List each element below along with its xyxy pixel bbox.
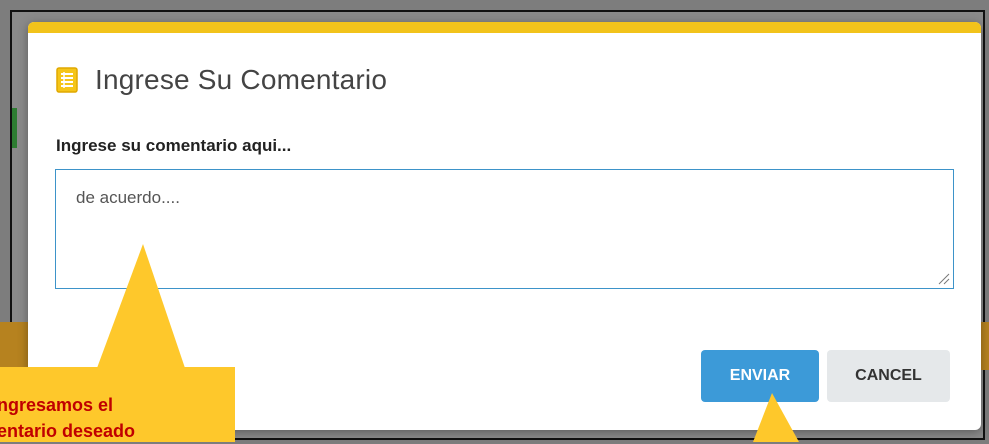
modal-title: Ingrese Su Comentario: [95, 64, 388, 95]
background-tab-marker: [12, 108, 17, 148]
comment-value: de acuerdo....: [76, 188, 180, 207]
callout-line-1: ngresamos el: [0, 395, 114, 415]
modal-accent-bar: [28, 22, 981, 33]
callout-text: ngresamos el entario deseado: [0, 392, 235, 444]
cancel-button[interactable]: CANCEL: [827, 350, 950, 402]
comment-textarea[interactable]: de acuerdo....: [55, 169, 954, 289]
resize-grip-icon[interactable]: [936, 271, 950, 285]
comment-field-label: Ingrese su comentario aqui...: [56, 136, 292, 155]
modal-header: Ingrese Su Comentario: [56, 64, 387, 96]
send-button[interactable]: ENVIAR: [701, 350, 819, 402]
callout-line-2: entario deseado: [0, 421, 136, 441]
list-icon: [56, 67, 78, 93]
callout-box: ngresamos el entario deseado: [0, 367, 235, 442]
